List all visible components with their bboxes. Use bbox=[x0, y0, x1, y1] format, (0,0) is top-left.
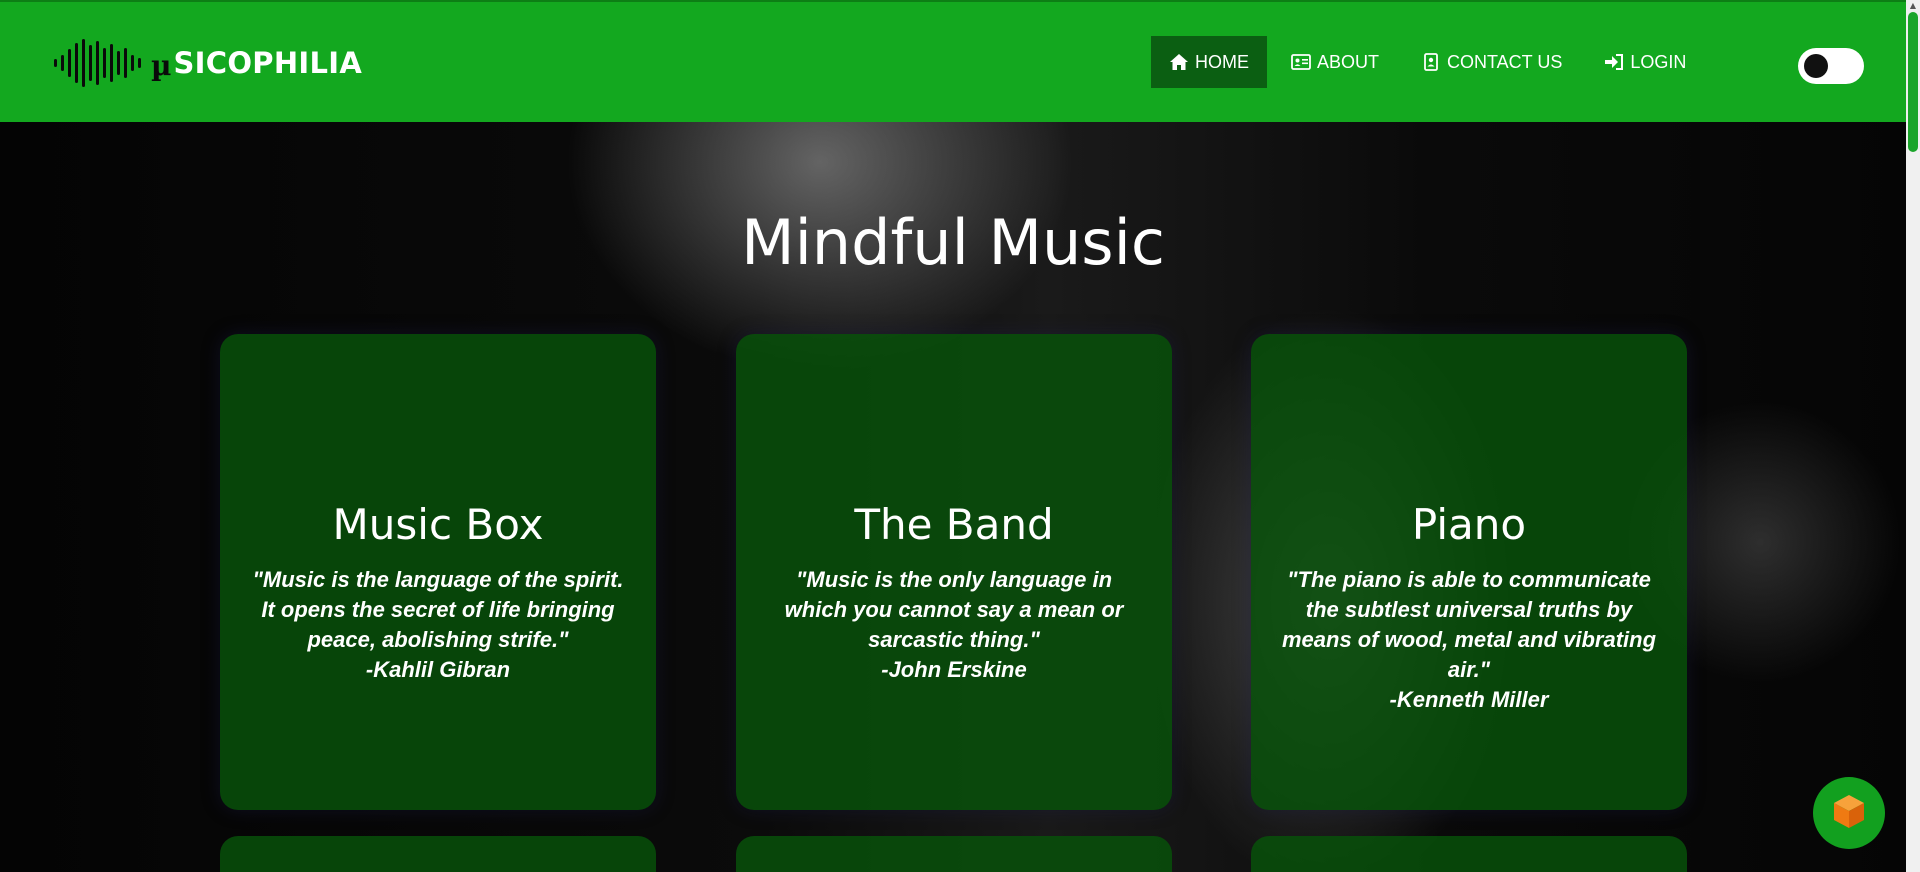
card-music-box[interactable]: Music Box "Music is the language of the … bbox=[220, 334, 656, 810]
card-title: Music Box bbox=[332, 500, 544, 549]
soundwave-icon bbox=[54, 38, 141, 88]
nav-contact[interactable]: CONTACT US bbox=[1403, 36, 1580, 88]
card-author: -Kenneth Miller bbox=[1389, 687, 1549, 712]
card-quote: "The piano is able to communicate the su… bbox=[1281, 567, 1657, 682]
card-quote: "Music is the language of the spirit. It… bbox=[252, 567, 624, 652]
card-piano[interactable]: Piano "The piano is able to communicate … bbox=[1251, 334, 1687, 810]
card-title: Piano bbox=[1411, 500, 1527, 549]
card-author: -John Erskine bbox=[881, 657, 1027, 682]
nav-login-label: LOGIN bbox=[1630, 51, 1687, 72]
nav-home[interactable]: HOME bbox=[1151, 36, 1267, 88]
floating-action-button[interactable] bbox=[1813, 777, 1885, 849]
toggle-knob bbox=[1804, 54, 1828, 78]
theme-toggle[interactable] bbox=[1798, 48, 1864, 84]
nav-contact-label: CONTACT US bbox=[1447, 51, 1563, 72]
brand-name: SICOPHILIA bbox=[173, 46, 363, 80]
card-quote: "Music is the only language in which you… bbox=[784, 567, 1124, 652]
scroll-thumb[interactable] bbox=[1908, 12, 1918, 152]
id-card-icon bbox=[1291, 53, 1311, 71]
nav-about[interactable]: ABOUT bbox=[1273, 36, 1397, 88]
nav-links: HOME ABOUT CONTACT US LOGIN bbox=[1151, 36, 1710, 88]
card-author: -Kahlil Gibran bbox=[365, 657, 511, 682]
brand-mu: µ bbox=[151, 48, 172, 82]
card-the-band[interactable]: The Band "Music is the only language in … bbox=[736, 334, 1172, 810]
page: Mindful Music Music Box "Music is the la… bbox=[0, 0, 1920, 872]
navbar: µ SICOPHILIA HOME ABOUT CONTACT US LOGIN bbox=[0, 0, 1906, 122]
brand-logo[interactable]: µ SICOPHILIA bbox=[54, 38, 362, 88]
page-title: Mindful Music bbox=[741, 206, 1165, 279]
scrollbar[interactable]: ▲ bbox=[1906, 0, 1920, 872]
card-title: The Band bbox=[854, 500, 1054, 549]
nav-home-label: HOME bbox=[1195, 51, 1249, 72]
nav-about-label: ABOUT bbox=[1317, 51, 1380, 72]
hero-section: Mindful Music Music Box "Music is the la… bbox=[0, 122, 1906, 872]
home-icon bbox=[1169, 53, 1189, 71]
card-partial[interactable] bbox=[220, 836, 656, 872]
scroll-up-icon[interactable]: ▲ bbox=[1906, 0, 1920, 10]
cube-icon bbox=[1829, 791, 1869, 835]
card-partial[interactable] bbox=[1251, 836, 1687, 872]
nav-login[interactable]: LOGIN bbox=[1586, 36, 1704, 88]
contact-book-icon bbox=[1421, 53, 1441, 71]
login-icon bbox=[1604, 53, 1624, 71]
card-partial[interactable] bbox=[736, 836, 1172, 872]
